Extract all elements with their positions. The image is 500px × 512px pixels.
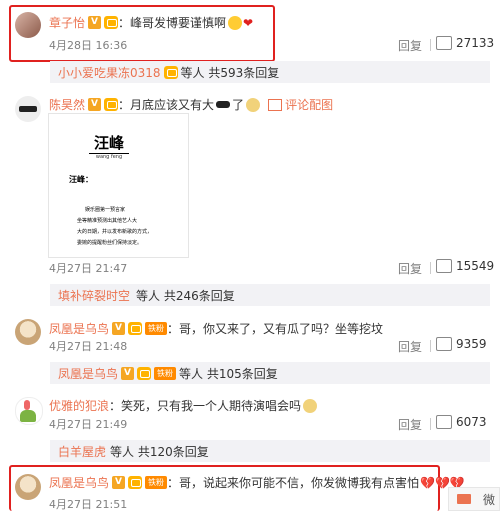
separator: ： [167, 322, 180, 336]
comment-date: 4月27日 21:51 [49, 498, 128, 511]
like-count: 27133 [456, 36, 495, 50]
like-count: 9359 [456, 337, 487, 351]
image-name-line: 汪峰： [69, 175, 93, 184]
comment-text: 哥，你又来了，又有瓜了吗？坐等挖坟 [179, 322, 384, 336]
comment-text-end: 了 [232, 98, 245, 112]
like-button[interactable]: 15549 [436, 259, 494, 273]
vip-crown-icon [128, 322, 143, 335]
username[interactable]: 优雅的犯浪 [49, 397, 109, 414]
verified-icon: V [88, 98, 102, 111]
thumbs-up-icon [436, 415, 452, 429]
comment-text: 笑死，只有我一个人期待演唱会吗 [121, 399, 302, 413]
corner-text: 微 [483, 492, 496, 507]
reply-button[interactable]: 回复 [398, 338, 422, 355]
doge-emoji-icon [246, 97, 261, 112]
reply-summary-text: 等人 共120条回复 [110, 444, 209, 459]
username[interactable]: 陈昊然 [49, 96, 85, 113]
divider [430, 262, 431, 274]
like-count: 6073 [456, 415, 487, 429]
reply-button[interactable]: 回复 [398, 37, 422, 54]
vip-crown-icon [128, 476, 143, 489]
sweat-smile-emoji-icon [228, 15, 243, 30]
reply-user-link[interactable]: 凤凰是乌鸟 [58, 365, 118, 382]
username[interactable]: 凤凰是乌鸟 [49, 320, 109, 337]
divider [430, 418, 431, 430]
like-button[interactable]: 27133 [436, 36, 494, 50]
comment-line: 凤凰是乌鸟 V 铁粉 ： 哥，说起来你可能不信，你发微博我有点害怕 💔💔💔 [49, 474, 465, 491]
separator: ： [118, 16, 131, 30]
divider [430, 340, 431, 352]
comment-line: 章子怡 V ： 峰哥发博要谨慎啊 ❤ [49, 14, 253, 31]
reply-summary[interactable]: 小小爱吃果冻0318 等人 共593条回复 [50, 61, 490, 83]
reply-user-link[interactable]: 小小爱吃果冻0318 [58, 64, 161, 81]
vip-crown-icon [104, 98, 119, 111]
image-pinyin: wang feng [95, 154, 123, 160]
separator: ： [118, 98, 131, 112]
divider [430, 39, 431, 51]
fan-tag: 铁粉 [145, 476, 168, 489]
comment-line: 优雅的犯浪 ： 笑死，只有我一个人期待演唱会吗 [49, 397, 318, 414]
avatar[interactable] [15, 12, 41, 38]
reply-summary[interactable]: 白羊屋虎 等人 共120条回复 [50, 440, 490, 462]
comment-date: 4月27日 21:49 [49, 418, 128, 431]
fan-tag: 铁粉 [145, 322, 168, 335]
reply-user-link[interactable]: 白羊屋虎 [58, 443, 106, 460]
verified-icon: V [88, 16, 102, 29]
vip-crown-icon [163, 65, 178, 79]
thumbs-up-icon [436, 337, 452, 351]
reply-button[interactable]: 回复 [398, 260, 422, 277]
envelope-icon [457, 494, 471, 504]
comment-date: 4月27日 21:48 [49, 340, 128, 353]
verified-icon: V [121, 366, 135, 380]
comment-line: 凤凰是乌鸟 V 铁粉 ： 哥，你又来了，又有瓜了吗？坐等挖坟 [49, 320, 383, 337]
reply-summary-text: 等人 共246条回复 [136, 288, 235, 303]
image-icon [268, 98, 283, 111]
image-link[interactable]: 评论配图 [285, 96, 333, 113]
like-button[interactable]: 6073 [436, 415, 487, 429]
avatar[interactable] [15, 319, 41, 345]
comment-image[interactable]: 汪峰 wang feng 汪峰： 娱乐圈第一预言家 坐等精准预测出其他艺人大 大… [48, 113, 189, 258]
comment-line: 陈昊然 V ： 月底应该又有大 了 评论配图 [49, 96, 333, 113]
doge-emoji-icon [303, 398, 318, 413]
reply-summary[interactable]: 填补碎裂时空 等人 共246条回复 [50, 284, 490, 306]
fan-tag: 铁粉 [154, 366, 177, 380]
username[interactable]: 章子怡 [49, 14, 85, 31]
image-line: 坐等精准预测出其他艺人大 [77, 218, 138, 224]
reply-summary-text: 等人 共593条回复 [180, 65, 280, 80]
image-line: 娱乐圈第一预言家 [85, 207, 126, 213]
verified-icon: V [112, 322, 126, 335]
image-line: 委婉的提醒粉丝们保持淡定。 [77, 240, 143, 246]
comment-date: 4月28日 16:36 [49, 39, 128, 52]
thumbs-up-icon [436, 259, 452, 273]
like-button[interactable]: 9359 [436, 337, 487, 351]
reply-summary[interactable]: 凤凰是乌鸟 V 铁粉 等人 共105条回复 [50, 362, 490, 384]
avatar[interactable] [15, 397, 43, 425]
reply-user-link[interactable]: 填补碎裂时空 [58, 287, 130, 304]
comment-text: 峰哥发博要谨慎啊 [130, 16, 227, 30]
vip-crown-icon [104, 16, 119, 29]
reply-button[interactable]: 回复 [398, 416, 422, 433]
image-line: 大的日期，并以发布新歌的方式， [77, 229, 153, 235]
like-count: 15549 [456, 259, 495, 273]
avatar[interactable] [15, 96, 41, 122]
verified-icon: V [112, 476, 126, 489]
heart-emoji-icon: ❤ [243, 15, 254, 30]
separator: ： [167, 476, 180, 490]
image-title: 汪峰 [89, 132, 129, 154]
message-float-button[interactable]: 微 [448, 487, 500, 511]
username[interactable]: 凤凰是乌鸟 [49, 474, 109, 491]
thumbs-up-icon [436, 36, 452, 50]
reply-summary-text: 等人 共105条回复 [179, 366, 278, 381]
comment-text: 月底应该又有大 [130, 98, 215, 112]
avatar[interactable] [15, 474, 41, 500]
comment-date: 4月27日 21:47 [49, 262, 128, 275]
comment-text: 哥，说起来你可能不信，你发微博我有点害怕 [179, 476, 420, 490]
sunglasses-emoji-icon [216, 101, 231, 108]
vip-crown-icon [137, 366, 152, 380]
separator: ： [109, 399, 122, 413]
